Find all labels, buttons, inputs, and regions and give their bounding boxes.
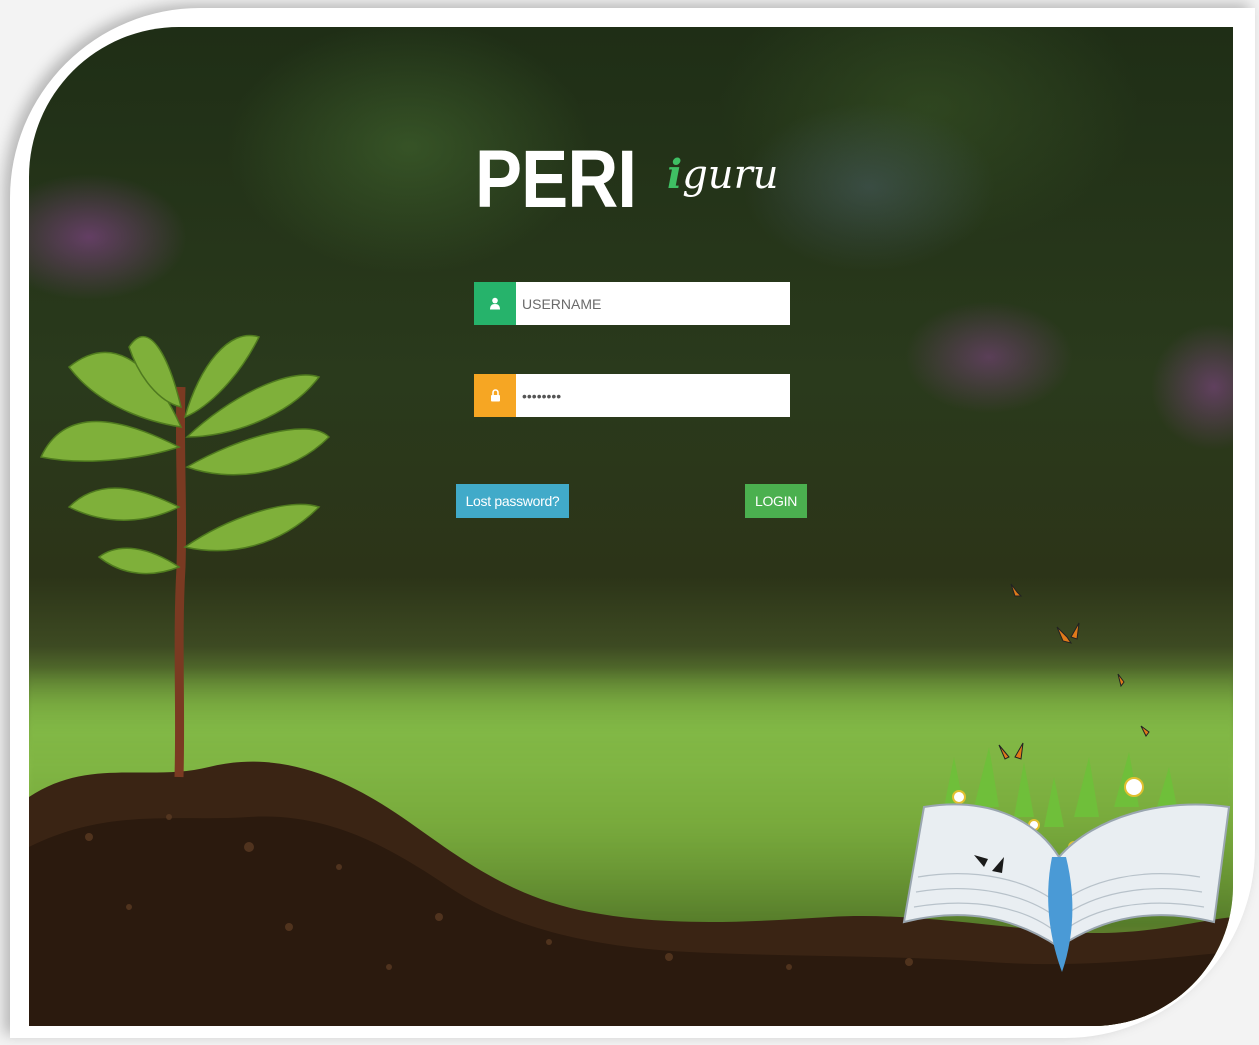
open-book-illustration bbox=[902, 747, 1231, 972]
page-frame: PERI iguru Lost password? bbox=[0, 0, 1259, 1045]
username-addon bbox=[474, 282, 516, 325]
lock-icon bbox=[490, 389, 500, 402]
logo-peri-text: PERI bbox=[475, 134, 637, 225]
login-button[interactable]: LOGIN bbox=[745, 484, 807, 518]
password-field-group bbox=[474, 374, 790, 417]
username-field-group bbox=[474, 282, 790, 325]
logo-iguru-accent: i bbox=[667, 151, 683, 198]
butterflies bbox=[998, 583, 1150, 760]
logo-iguru-text: iguru bbox=[667, 151, 779, 198]
logo-iguru-rest: guru bbox=[682, 152, 779, 198]
password-addon bbox=[474, 374, 516, 417]
username-input[interactable] bbox=[516, 282, 790, 325]
sapling-illustration bbox=[39, 334, 331, 778]
login-background: PERI iguru Lost password? bbox=[29, 27, 1233, 1026]
lost-password-button[interactable]: Lost password? bbox=[456, 484, 569, 518]
user-icon bbox=[490, 297, 500, 310]
password-input[interactable] bbox=[516, 374, 790, 417]
